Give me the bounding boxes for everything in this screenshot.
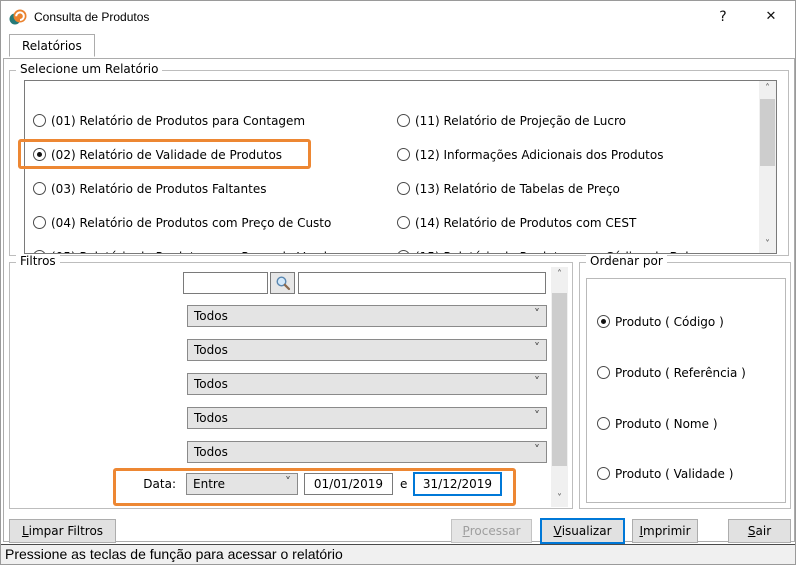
close-icon[interactable]: ✕	[751, 1, 791, 33]
consulta-de-produtos-dialog: Consulta de Produtos ? ✕ Relatórios Sele…	[0, 0, 796, 565]
limpar-filtros-button[interactable]: Limpar Filtros	[9, 519, 116, 543]
search-button[interactable]	[270, 272, 295, 294]
app-logo-icon	[9, 8, 27, 26]
radio-button[interactable]	[597, 467, 610, 480]
report-item-label: (11) Relatório de Projeção de Lucro	[415, 114, 626, 128]
imprimir-button[interactable]: Imprimir	[632, 519, 698, 543]
select-value: Todos	[194, 309, 228, 323]
order-item-label: Produto ( Referência )	[615, 366, 746, 380]
window-title: Consulta de Produtos	[34, 1, 149, 33]
report-listbox: (01) Relatório de Produtos para Contagem…	[24, 80, 777, 254]
radio-button[interactable]	[597, 315, 610, 328]
radio-button[interactable]	[597, 417, 610, 430]
chevron-down-icon: ˅	[285, 475, 291, 489]
report-item-label: (14) Relatório de Produtos com CEST	[415, 216, 636, 230]
marca-select[interactable]: Todos ˅	[187, 305, 547, 327]
date-end-input[interactable]	[413, 472, 502, 496]
status-select[interactable]: Todos ˅	[187, 441, 547, 463]
localizacao-code-input[interactable]	[183, 272, 268, 294]
scroll-down-icon[interactable]: ˅	[551, 491, 568, 507]
radio-button[interactable]	[597, 366, 610, 379]
status-bar: Pressione as teclas de função para acess…	[1, 544, 796, 565]
report-item-03[interactable]: (03) Relatório de Produtos Faltantes	[33, 180, 266, 197]
select-value: Todos	[194, 343, 228, 357]
report-item-label: (02) Relatório de Validade de Produtos	[51, 148, 282, 162]
search-icon	[275, 275, 291, 291]
radio-button[interactable]	[33, 114, 46, 127]
radio-button[interactable]	[397, 114, 410, 127]
date-conjunction-label: e	[400, 477, 407, 491]
order-item-label: Produto ( Código )	[615, 315, 724, 329]
radio-button[interactable]	[33, 182, 46, 195]
radio-button[interactable]	[33, 148, 46, 161]
localizacao-desc-input[interactable]	[298, 272, 546, 294]
grupo-select[interactable]: Todos ˅	[187, 373, 547, 395]
order-item-referencia[interactable]: Produto ( Referência )	[597, 364, 746, 381]
select-value: Todos	[194, 411, 228, 425]
processar-button[interactable]: Processar	[451, 519, 532, 543]
status-message: Pressione as teclas de função para acess…	[5, 546, 343, 562]
radio-button[interactable]	[397, 250, 410, 254]
report-item-11[interactable]: (11) Relatório de Projeção de Lucro	[397, 112, 626, 129]
radio-button[interactable]	[397, 182, 410, 195]
chevron-down-icon: ˅	[534, 341, 540, 355]
order-item-nome[interactable]: Produto ( Nome )	[597, 415, 718, 432]
report-item-label: (13) Relatório de Tabelas de Preço	[415, 182, 620, 196]
filters-scrollbar[interactable]: ˄ ˅	[551, 267, 568, 507]
order-item-label: Produto ( Validade )	[615, 467, 733, 481]
help-button[interactable]: ?	[703, 1, 743, 33]
chevron-down-icon: ˅	[534, 307, 540, 321]
order-item-codigo[interactable]: Produto ( Código )	[597, 313, 724, 330]
radio-button[interactable]	[33, 216, 46, 229]
report-item-label: (01) Relatório de Produtos para Contagem	[51, 114, 305, 128]
data-mode-select[interactable]: Entre ˅	[186, 473, 298, 495]
departamento-select[interactable]: Todos ˅	[187, 407, 547, 429]
data-label: Data:	[26, 477, 176, 491]
report-list-scrollbar[interactable]: ˄ ˅	[759, 81, 776, 253]
report-item-04[interactable]: (04) Relatório de Produtos com Preço de …	[33, 214, 331, 231]
titlebar: Consulta de Produtos ? ✕	[1, 1, 795, 33]
subgrupo-select[interactable]: Todos ˅	[187, 339, 547, 361]
visualizar-button[interactable]: Visualizar	[540, 518, 625, 544]
order-by-panel: Produto ( Código ) Produto ( Referência …	[586, 278, 786, 503]
radio-button[interactable]	[397, 216, 410, 229]
report-item-12[interactable]: (12) Informações Adicionais dos Produtos	[397, 146, 663, 163]
order-item-validade[interactable]: Produto ( Validade )	[597, 465, 733, 482]
report-selection-group: Selecione um Relatório (01) Relatório de…	[9, 70, 789, 256]
scroll-up-icon[interactable]: ˄	[759, 81, 776, 97]
report-item-02[interactable]: (02) Relatório de Validade de Produtos	[33, 146, 282, 163]
date-start-input[interactable]	[304, 473, 393, 495]
scrollbar-thumb[interactable]	[760, 99, 775, 166]
filters-legend: Filtros	[16, 254, 60, 268]
select-value: Todos	[194, 377, 228, 391]
report-item-label: (05) Relatório de Produtos com Preço de …	[51, 250, 334, 255]
select-value: Entre	[193, 477, 225, 491]
report-item-label: (12) Informações Adicionais dos Produtos	[415, 148, 663, 162]
scroll-down-icon[interactable]: ˅	[759, 237, 776, 253]
report-group-legend: Selecione um Relatório	[16, 62, 162, 76]
chevron-down-icon: ˅	[534, 443, 540, 457]
chevron-down-icon: ˅	[534, 409, 540, 423]
report-item-01[interactable]: (01) Relatório de Produtos para Contagem	[33, 112, 305, 129]
radio-button[interactable]	[397, 148, 410, 161]
order-by-group: Ordenar por Produto ( Código ) Produto (…	[579, 262, 791, 509]
report-item-label: (03) Relatório de Produtos Faltantes	[51, 182, 266, 196]
tab-relatorios[interactable]: Relatórios	[9, 34, 95, 57]
report-item-label: (04) Relatório de Produtos com Preço de …	[51, 216, 331, 230]
sair-button[interactable]: Sair	[728, 519, 791, 543]
scrollbar-thumb[interactable]	[552, 293, 567, 466]
order-by-legend: Ordenar por	[586, 254, 667, 268]
chevron-down-icon: ˅	[534, 375, 540, 389]
report-item-05[interactable]: (05) Relatório de Produtos com Preço de …	[33, 248, 334, 254]
report-item-13[interactable]: (13) Relatório de Tabelas de Preço	[397, 180, 620, 197]
order-item-label: Produto ( Nome )	[615, 417, 718, 431]
select-value: Todos	[194, 445, 228, 459]
report-item-14[interactable]: (14) Relatório de Produtos com CEST	[397, 214, 636, 231]
scroll-up-icon[interactable]: ˄	[551, 267, 568, 283]
